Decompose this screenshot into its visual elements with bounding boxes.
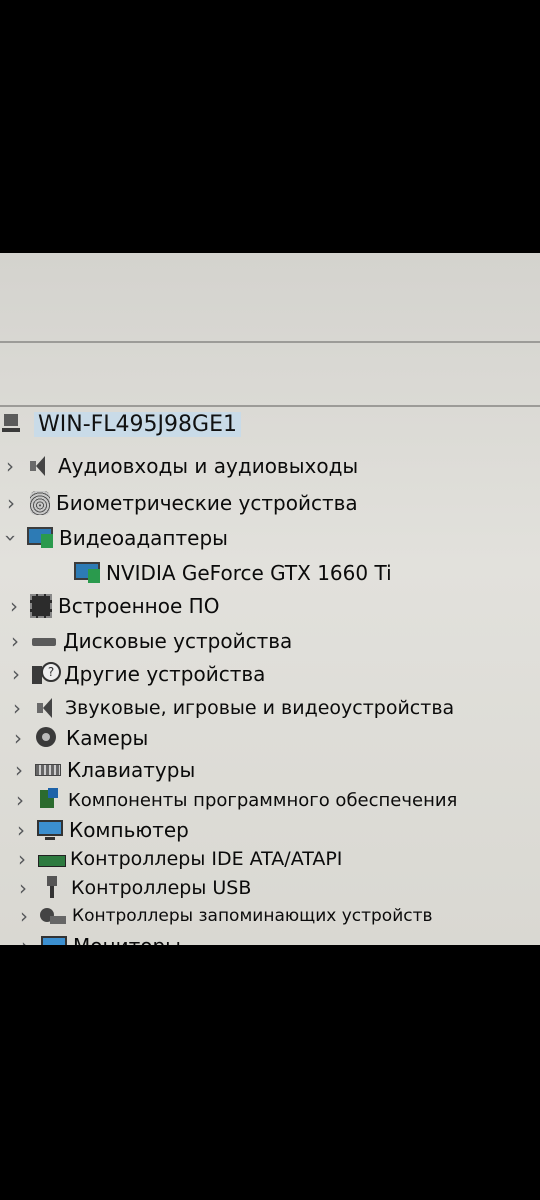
tree-item-computer[interactable]: › Компьютер [13, 815, 189, 845]
tree-item-display-adapters[interactable]: › Видеоадаптеры [0, 523, 228, 553]
chevron-right-icon[interactable]: › [17, 935, 33, 945]
chevron-right-icon[interactable]: › [7, 630, 23, 652]
tree-item-audio-io[interactable]: › Аудиовходы и аудиовыходы [2, 451, 358, 481]
tree-item-label: Аудиовходы и аудиовыходы [58, 454, 359, 478]
tree-item-cameras[interactable]: › Камеры [10, 723, 148, 753]
unknown-device-icon [32, 662, 61, 686]
tree-item-disk-drives[interactable]: › Дисковые устройства [7, 626, 292, 656]
chevron-right-icon[interactable]: › [6, 595, 22, 617]
device-manager-window: WIN-FL495J98GE1 › Аудиовходы и аудиовыхо… [0, 253, 540, 945]
tree-item-label: Компьютер [69, 818, 189, 842]
tree-item-biometric[interactable]: › Биометрические устройства [3, 488, 358, 518]
storage-controller-icon [40, 904, 66, 928]
monitor-icon [37, 818, 63, 842]
tree-item-label: Звуковые, игровые и видеоустройства [65, 697, 455, 719]
tree-item-label: Видеоадаптеры [59, 526, 228, 550]
fingerprint-icon [30, 491, 50, 515]
tree-item-label: Другие устройства [64, 662, 266, 686]
tree-item-label: Контроллеры запоминающих устройств [72, 906, 433, 926]
chevron-right-icon[interactable]: › [13, 819, 29, 841]
camera-icon [34, 726, 60, 750]
ide-controller-icon [38, 847, 66, 871]
tree-item-nvidia-gpu[interactable]: NVIDIA GeForce GTX 1660 Ti [66, 558, 392, 588]
tree-item-software-components[interactable]: › Компоненты программного обеспечения [12, 785, 457, 815]
chevron-right-icon[interactable]: › [2, 455, 18, 477]
tree-item-label: NVIDIA GeForce GTX 1660 Ti [106, 561, 392, 585]
tree-top-divider [0, 405, 540, 407]
tree-item-label: Компоненты программного обеспечения [68, 789, 458, 811]
chevron-right-icon[interactable]: › [16, 905, 32, 927]
chevron-right-icon[interactable]: › [14, 848, 30, 870]
chevron-right-icon[interactable]: › [15, 877, 31, 899]
tree-item-firmware[interactable]: › Встроенное ПО [6, 591, 219, 621]
firmware-chip-icon [30, 594, 52, 618]
tree-item-ide-controllers[interactable]: › Контроллеры IDE ATA/ATAPI [14, 844, 342, 874]
tree-item-label: Биометрические устройства [56, 491, 358, 515]
chevron-right-icon[interactable]: › [9, 697, 25, 719]
tree-item-label: Контроллеры IDE ATA/ATAPI [70, 848, 343, 870]
tree-item-keyboards[interactable]: › Клавиатуры [11, 755, 195, 785]
tree-item-label: Мониторы [73, 934, 181, 945]
tree-item-label: Дисковые устройства [63, 629, 293, 653]
chevron-right-icon[interactable]: › [3, 492, 19, 514]
tree-root-computer[interactable]: WIN-FL495J98GE1 [0, 409, 241, 439]
usb-icon [39, 876, 65, 900]
monitor-icon [41, 934, 67, 945]
speaker-icon [26, 454, 52, 478]
tree-item-usb-controllers[interactable]: › Контроллеры USB [15, 873, 251, 903]
tree-item-label: Встроенное ПО [58, 594, 220, 618]
chevron-right-icon[interactable]: › [12, 789, 28, 811]
speaker-icon [33, 696, 59, 720]
tree-item-monitors[interactable]: › Мониторы [17, 931, 181, 945]
keyboard-icon [35, 758, 61, 782]
chevron-right-icon[interactable]: › [8, 663, 24, 685]
tree-item-label: Камеры [66, 726, 149, 750]
tree-item-other-devices[interactable]: › Другие устройства [8, 659, 265, 689]
display-adapter-icon [74, 561, 100, 585]
tree-item-sound-video-game[interactable]: › Звуковые, игровые и видеоустройства [9, 693, 454, 723]
software-component-icon [36, 788, 62, 812]
root-label: WIN-FL495J98GE1 [34, 411, 241, 437]
toolbar-divider [0, 341, 540, 343]
display-adapter-icon [27, 526, 53, 550]
disk-drive-icon [31, 629, 57, 653]
tree-item-label: Контроллеры USB [71, 877, 252, 899]
chevron-right-icon[interactable]: › [11, 759, 27, 781]
tree-item-label: Клавиатуры [67, 758, 196, 782]
tree-item-storage-controllers[interactable]: › Контроллеры запоминающих устройств [16, 901, 433, 931]
chevron-right-icon[interactable]: › [10, 727, 26, 749]
chevron-down-icon[interactable]: › [0, 530, 23, 546]
computer-icon [2, 412, 28, 436]
